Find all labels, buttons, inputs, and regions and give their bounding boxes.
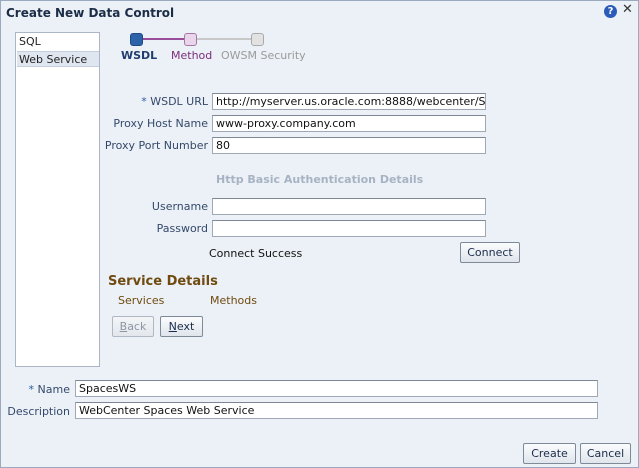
- train-label-wsdl[interactable]: WSDL: [121, 49, 157, 62]
- close-icon[interactable]: ✕: [622, 3, 633, 16]
- password-label: Password: [156, 222, 208, 235]
- required-mark: *: [28, 383, 35, 396]
- methods-column-header: Methods: [210, 294, 257, 307]
- proxy-host-label: Proxy Host Name: [113, 117, 208, 130]
- auth-section-heading: Http Basic Authentication Details: [216, 173, 424, 186]
- dialog-title: Create New Data Control: [6, 6, 175, 20]
- description-label: Description: [7, 405, 70, 418]
- cancel-button[interactable]: Cancel: [580, 443, 631, 464]
- name-label-text: Name: [37, 383, 70, 396]
- username-label: Username: [151, 200, 208, 213]
- connect-status-text: Connect Success: [209, 247, 303, 260]
- list-item-sql[interactable]: SQL: [17, 34, 99, 50]
- proxy-host-field[interactable]: www-proxy.company.com: [212, 115, 486, 132]
- next-button-mnemonic: N: [168, 320, 177, 333]
- next-button-rest: ext: [176, 320, 195, 333]
- wsdl-url-field[interactable]: http://myserver.us.oracle.com:8888/webce…: [212, 93, 486, 110]
- required-mark: *: [141, 95, 147, 108]
- train-connector-disabled: [194, 38, 256, 40]
- services-column-header: Services: [118, 294, 165, 307]
- train-label-owsm-security: OWSM Security: [221, 49, 306, 62]
- train-stop-owsm-security: [251, 33, 264, 46]
- train-stop-wsdl[interactable]: [130, 33, 143, 46]
- wsdl-url-label: * WSDL URL: [141, 95, 208, 108]
- train-stop-method[interactable]: [184, 33, 197, 46]
- proxy-port-field[interactable]: 80: [212, 137, 486, 154]
- data-control-type-list[interactable]: SQL Web Service: [15, 32, 100, 367]
- password-field[interactable]: [212, 220, 486, 237]
- next-button[interactable]: Next: [160, 316, 203, 337]
- help-icon[interactable]: ?: [604, 5, 617, 18]
- back-button-rest: ack: [127, 320, 147, 333]
- name-label: * Name: [29, 383, 70, 396]
- back-button: Back: [112, 316, 154, 337]
- service-details-heading: Service Details: [108, 274, 218, 289]
- train-label-method[interactable]: Method: [171, 49, 212, 62]
- connect-button[interactable]: Connect: [460, 242, 520, 263]
- train-connector-visited: [142, 38, 190, 40]
- proxy-port-label: Proxy Port Number: [104, 139, 208, 152]
- list-item-web-service[interactable]: Web Service: [17, 51, 99, 67]
- wsdl-url-label-text: WSDL URL: [150, 95, 208, 108]
- description-field[interactable]: WebCenter Spaces Web Service: [75, 402, 598, 419]
- create-button[interactable]: Create: [523, 443, 576, 464]
- username-field[interactable]: [212, 198, 486, 215]
- name-field[interactable]: SpacesWS: [75, 380, 598, 397]
